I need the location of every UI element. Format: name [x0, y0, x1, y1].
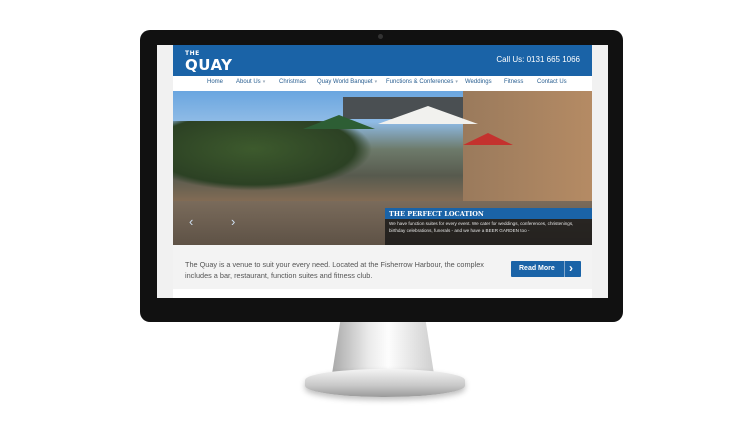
- call-us-text: Call Us: 0131 665 1066: [496, 55, 580, 64]
- chevron-glyph: ›: [569, 261, 573, 275]
- nav-item-label: Quay World Banquet: [317, 79, 373, 85]
- nav-item-label: Christmas: [279, 79, 307, 85]
- screen: THE QUAY Call Us: 0131 665 1066 Home Abo…: [157, 45, 608, 298]
- nav-item-quay-world-banquet[interactable]: Quay World Banquet ▾: [317, 79, 377, 85]
- nav-item-label: Fitness: [504, 79, 524, 85]
- main-nav: Home About Us ▾ Christmas Quay World Banq…: [173, 76, 592, 92]
- hero-image-trees: [173, 121, 373, 191]
- hero-caption-title-bar: THE PERFECT LOCATION: [385, 208, 592, 219]
- website: THE QUAY Call Us: 0131 665 1066 Home Abo…: [173, 45, 592, 298]
- nav-item-weddings[interactable]: Weddings: [465, 79, 492, 85]
- dropdown-icon: ▾: [262, 79, 266, 85]
- read-more-button[interactable]: Read More ›: [511, 261, 581, 277]
- read-more-label: Read More: [519, 265, 555, 272]
- nav-item-label: About Us: [236, 79, 261, 85]
- nav-item-christmas[interactable]: Christmas: [279, 79, 306, 85]
- site-logo[interactable]: THE QUAY: [185, 51, 233, 73]
- hero-image-building: [463, 91, 592, 211]
- intro-section: The Quay is a venue to suit your every n…: [173, 245, 592, 289]
- nav-item-label: Contact Us: [537, 79, 567, 85]
- hero-caption-title: THE PERFECT LOCATION: [389, 210, 484, 218]
- dropdown-icon: ▾: [455, 79, 458, 85]
- nav-item-about-us[interactable]: About Us ▾: [236, 79, 265, 85]
- monitor-stand-neck: [332, 322, 434, 374]
- nav-item-functions-conferences[interactable]: Functions & Conferences ▾: [386, 79, 458, 85]
- site-header: THE QUAY Call Us: 0131 665 1066: [173, 45, 592, 76]
- nav-item-label: Home: [207, 79, 224, 85]
- chevron-right-icon: ›: [564, 261, 581, 277]
- nav-item-label: Weddings: [465, 79, 492, 85]
- logo-big-text: QUAY: [185, 56, 233, 74]
- chevron-right-icon[interactable]: ›: [231, 215, 235, 228]
- nav-item-label: Functions & Conferences: [386, 79, 454, 85]
- monitor-stand-base: [305, 369, 465, 397]
- chevron-left-icon[interactable]: ‹: [189, 215, 193, 228]
- nav-item-contact-us[interactable]: Contact Us: [537, 79, 567, 85]
- nav-item-home[interactable]: Home: [207, 79, 223, 85]
- hero-caption-text: We have function suites for every event.…: [389, 221, 574, 233]
- nav-item-fitness[interactable]: Fitness: [504, 79, 523, 85]
- camera-dot: [378, 34, 383, 39]
- dropdown-icon: ▾: [374, 79, 378, 85]
- intro-text: The Quay is a venue to suit your every n…: [185, 260, 484, 280]
